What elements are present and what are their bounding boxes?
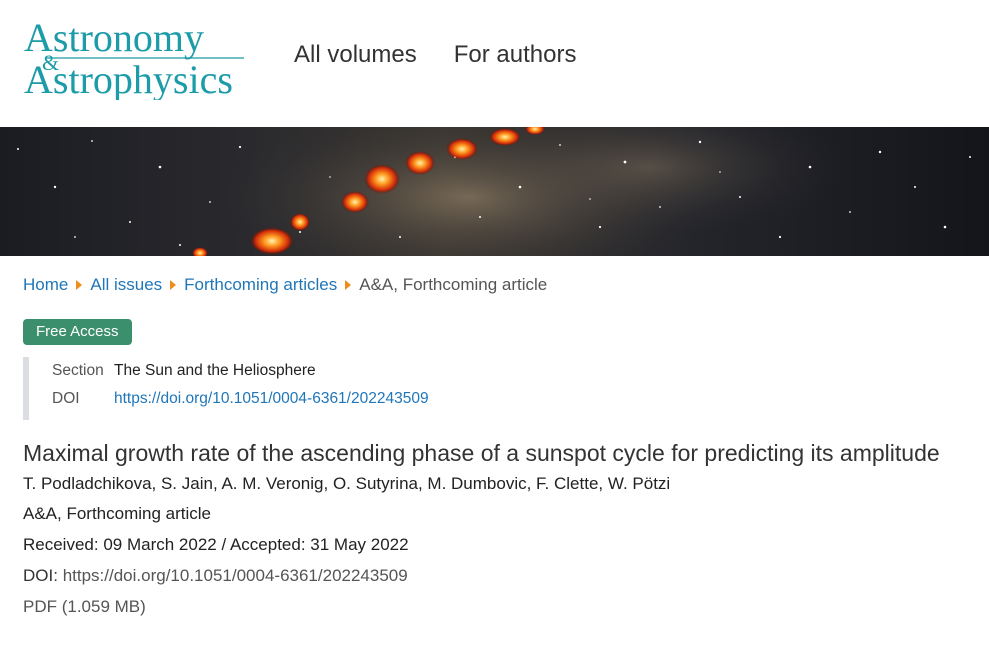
doi-row: DOI https://doi.org/10.1051/0004-6361/20… (52, 385, 623, 413)
breadcrumb-all-issues[interactable]: All issues (90, 275, 162, 295)
pdf-download-link[interactable]: PDF (1.059 MB) (23, 597, 146, 617)
article-dates: Received: 09 March 2022 / Accepted: 31 M… (23, 535, 409, 554)
doi-label: DOI (52, 390, 80, 407)
article-title: Maximal growth rate of the ascending pha… (23, 440, 940, 466)
hero-banner (0, 127, 989, 256)
article-doi-label: DOI: (23, 566, 58, 585)
breadcrumb-forthcoming-articles[interactable]: Forthcoming articles (184, 275, 337, 295)
breadcrumb-home[interactable]: Home (23, 275, 68, 295)
breadcrumb-separator-icon (76, 280, 83, 290)
banner-starfield-image (17, 127, 971, 256)
article-meta-box: Section The Sun and the Heliosphere DOI … (23, 357, 623, 420)
site-logo[interactable]: Astronomy & Astrophysics (24, 14, 248, 100)
breadcrumb: Home All issues Forthcoming articles A&A… (23, 275, 547, 295)
main-nav: All volumes For authors (294, 41, 576, 69)
breadcrumb-separator-icon (345, 280, 352, 290)
doi-link[interactable]: https://doi.org/10.1051/0004-6361/202243… (114, 385, 429, 413)
article-doi: DOI: https://doi.org/10.1051/0004-6361/2… (23, 566, 408, 586)
article-journal: A&A, Forthcoming article (23, 504, 212, 523)
free-access-badge: Free Access (23, 319, 132, 345)
article-doi-link[interactable]: https://doi.org/10.1051/0004-6361/202243… (63, 566, 408, 585)
section-value: The Sun and the Heliosphere (114, 362, 316, 379)
nav-for-authors[interactable]: For authors (454, 41, 577, 69)
article-authors: T. Podladchikova, S. Jain, A. M. Veronig… (23, 474, 671, 493)
site-header: Astronomy & Astrophysics All volumes For… (0, 0, 989, 127)
breadcrumb-current: A&A, Forthcoming article (359, 275, 548, 294)
nav-all-volumes[interactable]: All volumes (294, 41, 417, 69)
section-label: Section (52, 362, 104, 379)
breadcrumb-separator-icon (170, 280, 177, 290)
section-row: Section The Sun and the Heliosphere (52, 357, 623, 385)
logo-line2: Astrophysics (24, 57, 233, 100)
